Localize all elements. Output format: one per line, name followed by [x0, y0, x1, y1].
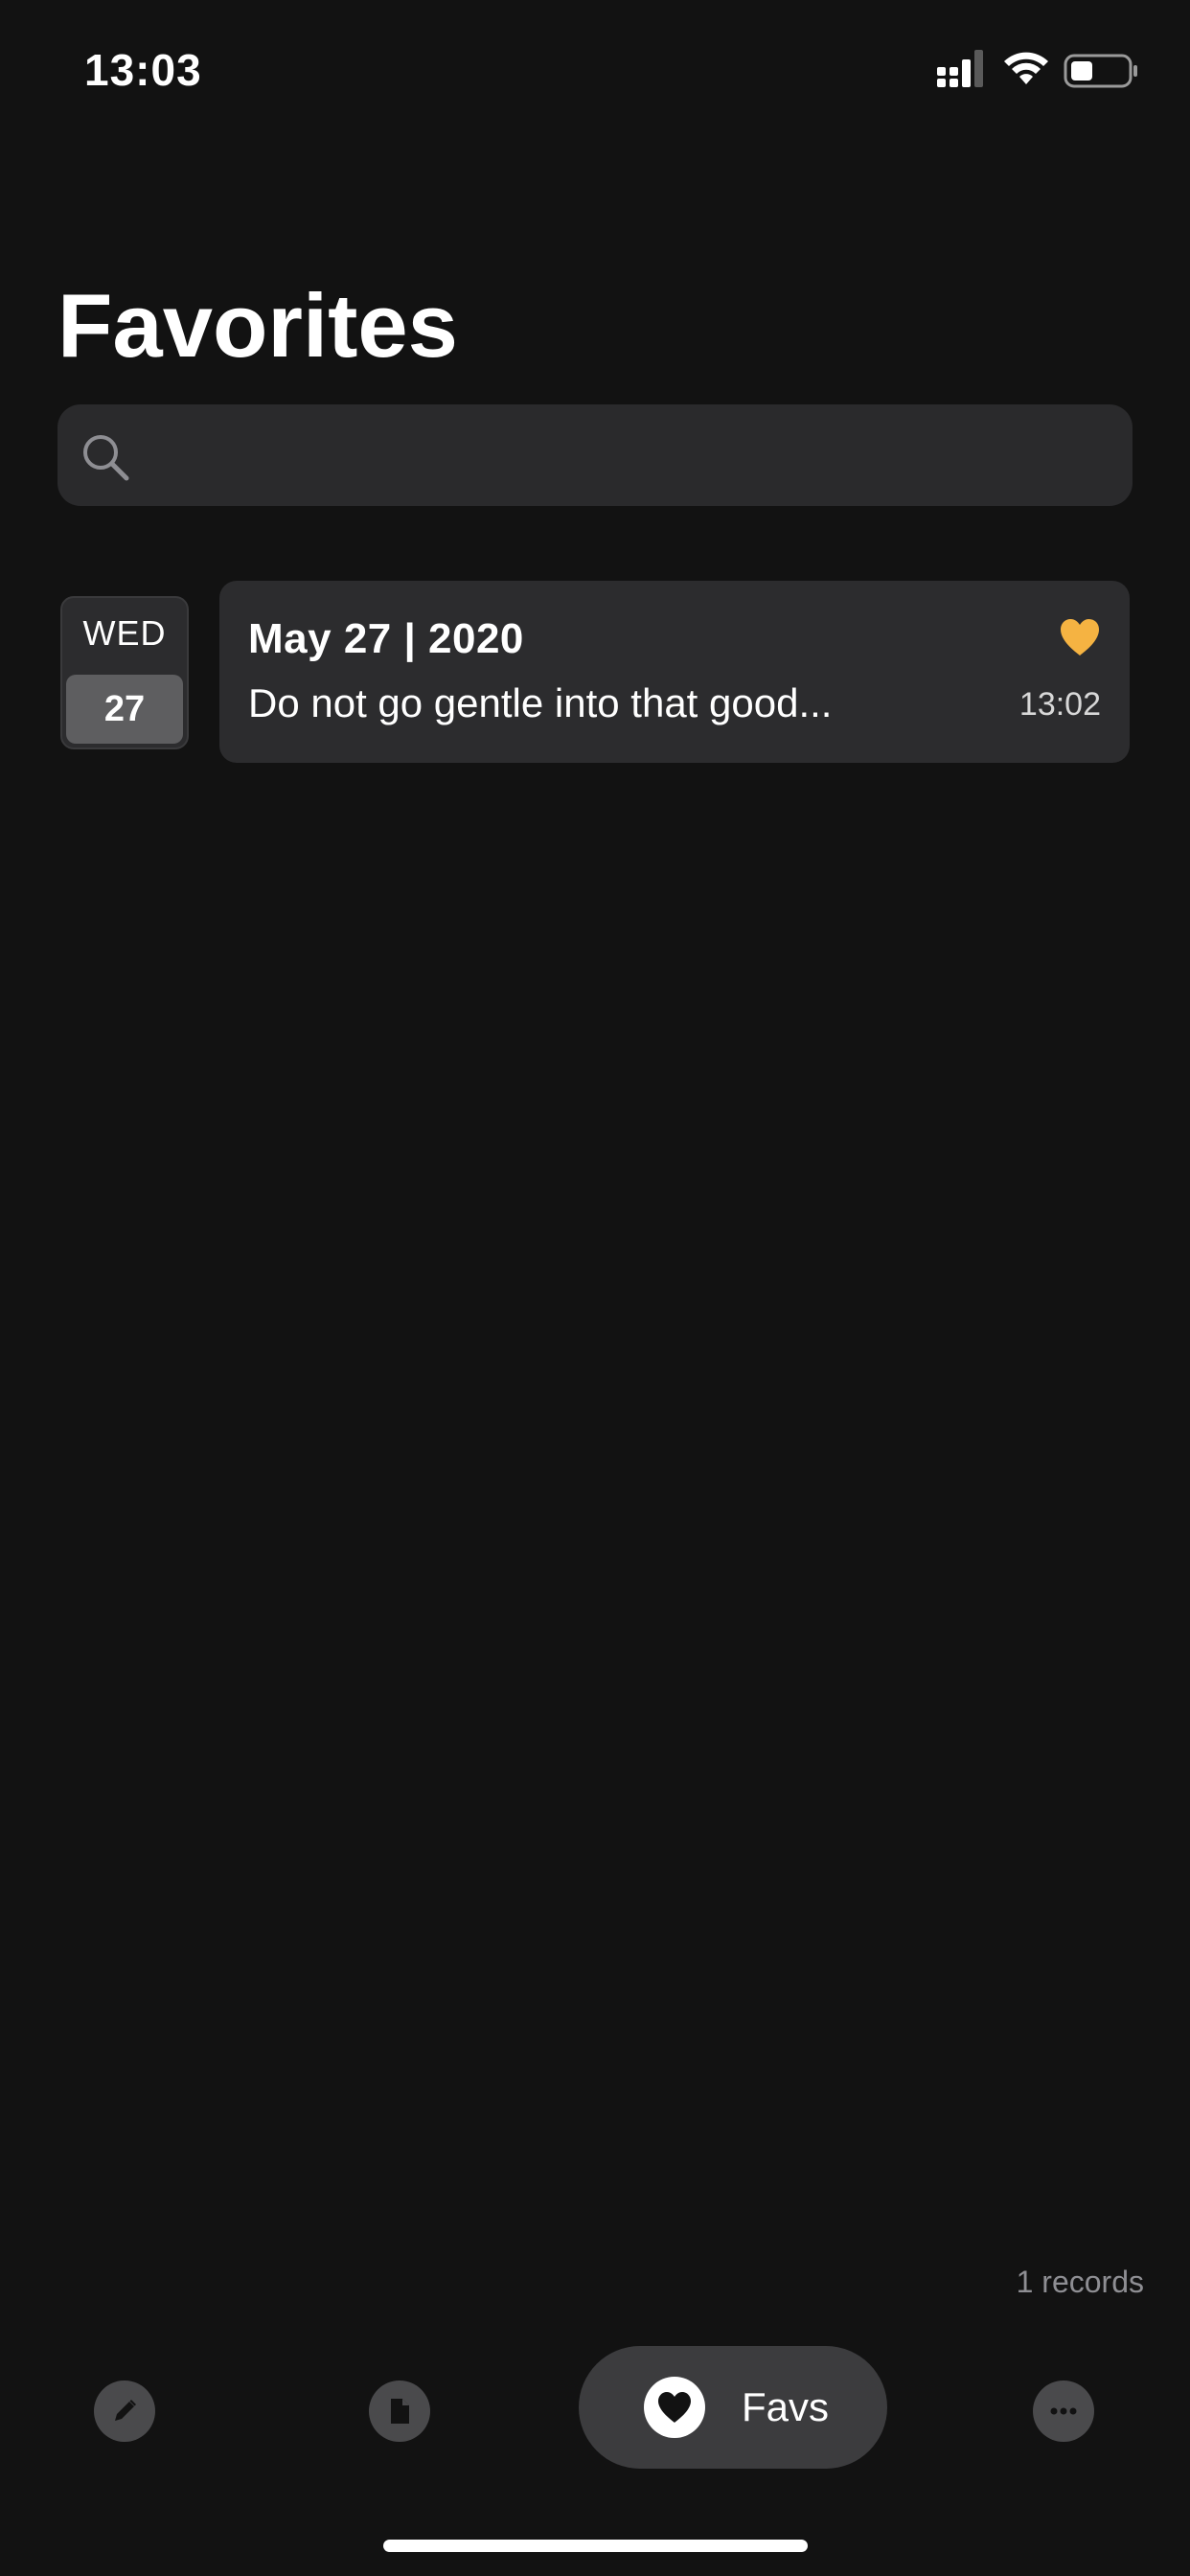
favs-tab-icon-wrap	[644, 2377, 705, 2438]
document-icon	[391, 2399, 409, 2424]
heart-icon	[658, 2392, 691, 2423]
status-bar: 13:03	[0, 0, 1190, 134]
more-tab-button[interactable]	[1033, 2380, 1094, 2442]
records-count: 1 records	[1016, 2265, 1144, 2299]
battery-icon	[1064, 54, 1137, 88]
pencil-icon	[115, 2400, 136, 2421]
status-time: 13:03	[84, 45, 202, 95]
wifi-icon	[1004, 52, 1048, 84]
cellular-signal-icon	[937, 50, 983, 87]
date-badge: WED 27	[60, 596, 189, 749]
entry-date: May 27 | 2020	[248, 615, 524, 662]
more-icon	[1050, 2407, 1077, 2415]
entries-tab-button[interactable]	[369, 2380, 430, 2442]
search-bar[interactable]	[57, 404, 1133, 508]
date-day: 27	[66, 675, 183, 744]
date-weekday: WED	[82, 613, 167, 653]
journal-entry-card[interactable]: May 27 | 2020 Do not go gentle into that…	[219, 581, 1130, 763]
search-input[interactable]	[149, 404, 1111, 508]
page-title: Favorites	[57, 275, 458, 376]
tab-bar: Favs	[0, 2338, 1190, 2482]
entry-time: 13:02	[1018, 686, 1101, 723]
search-icon	[83, 435, 129, 481]
home-indicator	[383, 2540, 808, 2552]
compose-tab-button[interactable]	[94, 2380, 155, 2442]
entry-preview: Do not go gentle into that good...	[248, 680, 833, 725]
heart-icon[interactable]	[1059, 617, 1101, 657]
favs-tab-label: Favs	[742, 2384, 830, 2429]
favs-tab-button[interactable]: Favs	[579, 2346, 887, 2469]
